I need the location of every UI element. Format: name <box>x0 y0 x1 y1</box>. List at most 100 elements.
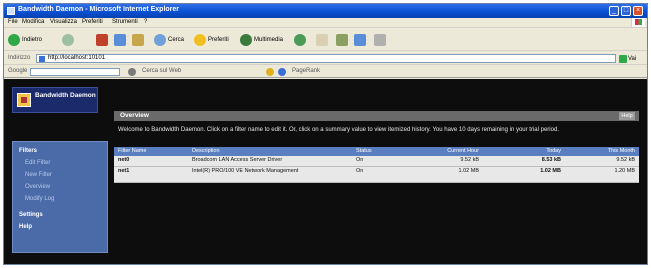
home-icon <box>132 34 144 46</box>
current-hour-value[interactable]: 1.02 MB <box>419 168 479 174</box>
today-value[interactable]: 1.02 MB <box>501 168 561 174</box>
current-hour-value[interactable]: 9.52 kB <box>419 157 479 163</box>
menu-file[interactable]: File <box>8 19 18 25</box>
menu-favorites[interactable]: Preferiti <box>82 19 103 25</box>
refresh-icon <box>114 34 126 46</box>
sidebar-item-edit-filter[interactable]: Edit Filter <box>25 160 50 166</box>
filter-description: Intel(R) PRO/100 VE Network Management <box>192 168 299 174</box>
favorites-button[interactable]: Preferiti <box>194 33 229 47</box>
sidebar-item-modify-log[interactable]: Modify Log <box>25 196 54 202</box>
go-label: Vai <box>628 55 637 62</box>
column-header[interactable]: Today <box>501 148 561 154</box>
help-button[interactable]: Help <box>619 112 635 120</box>
menu-help[interactable]: ? <box>144 19 147 25</box>
messenger-button[interactable] <box>374 33 386 47</box>
back-button[interactable]: Indietro <box>8 33 42 47</box>
address-bar: Indirizzo http://localhost:10101 Vai <box>4 52 647 65</box>
close-button[interactable]: × <box>633 6 643 16</box>
print-button[interactable] <box>336 33 348 47</box>
history-icon <box>294 34 306 46</box>
this-month-value[interactable]: 1.20 MB <box>575 168 635 174</box>
edit-icon <box>354 34 366 46</box>
google-search-button[interactable]: Cerca sul Web <box>142 68 181 74</box>
menu-edit[interactable]: Modifica <box>22 19 44 25</box>
browser-window: Bandwidth Daemon - Microsoft Internet Ex… <box>3 3 648 265</box>
address-label: Indirizzo <box>8 55 31 61</box>
column-header[interactable]: Current Hour <box>419 148 479 154</box>
google-toolbar: Google Cerca sul Web PageRank <box>4 66 647 78</box>
search-icon <box>154 34 166 46</box>
favorites-label: Preferiti <box>208 37 229 43</box>
menu-tools[interactable]: Strumenti <box>112 19 138 25</box>
go-arrow-icon <box>619 54 627 63</box>
back-label: Indietro <box>22 37 43 43</box>
column-header[interactable]: Status <box>356 148 372 154</box>
search-label: Cerca <box>168 37 185 43</box>
table-row: net0 Broadcom LAN Access Server Driver O… <box>114 156 639 167</box>
logo-icon <box>17 93 31 107</box>
minimize-button[interactable]: _ <box>609 6 619 16</box>
stop-icon <box>96 34 108 46</box>
back-arrow-icon <box>8 34 20 46</box>
filter-name-link[interactable]: net0 <box>118 157 129 163</box>
app-name: Bandwidth Daemon <box>35 92 96 99</box>
mail-button[interactable] <box>316 33 328 47</box>
filter-status: On <box>356 157 364 163</box>
table-header: Filter Name Description Status Current H… <box>114 147 639 156</box>
mail-icon <box>316 34 328 46</box>
sidebar: Filters Edit Filter New Filter Overview … <box>12 141 108 253</box>
window-title: Bandwidth Daemon - Microsoft Internet Ex… <box>18 6 180 13</box>
messenger-icon <box>374 34 386 46</box>
star-icon <box>194 34 206 46</box>
sidebar-item-filters[interactable]: Filters <box>19 148 37 154</box>
maximize-button[interactable]: □ <box>621 6 631 16</box>
browser-icon <box>7 7 15 15</box>
forward-button[interactable] <box>62 33 74 47</box>
menu-view[interactable]: Visualizza <box>50 19 77 25</box>
app-logo: Bandwidth Daemon <box>12 87 98 113</box>
menu-bar: File Modifica Visualizza Preferiti Strum… <box>4 18 647 28</box>
address-input[interactable]: http://localhost:10101 <box>36 54 616 63</box>
sidebar-item-settings[interactable]: Settings <box>19 212 43 218</box>
section-title: Overview <box>120 112 149 119</box>
google-label: Google <box>8 68 28 74</box>
search-button[interactable]: Cerca <box>154 33 184 47</box>
info-icon[interactable] <box>278 68 286 76</box>
sidebar-item-overview[interactable]: Overview <box>25 184 50 190</box>
today-value[interactable]: 8.53 kB <box>501 157 561 163</box>
go-button[interactable]: Vai <box>619 54 643 63</box>
intro-text: Welcome to Bandwidth Daemon. Click on a … <box>118 127 559 133</box>
forward-arrow-icon <box>62 34 74 46</box>
page-icon <box>39 56 45 62</box>
column-header[interactable]: Description <box>192 148 220 154</box>
refresh-button[interactable] <box>114 33 126 47</box>
google-search-input[interactable] <box>30 68 120 76</box>
pagerank-label: PageRank <box>292 68 321 74</box>
print-icon <box>336 34 348 46</box>
sidebar-item-new-filter[interactable]: New Filter <box>25 172 52 178</box>
page-content: Bandwidth Daemon Filters Edit Filter New… <box>4 79 647 264</box>
edit-button[interactable] <box>354 33 366 47</box>
filter-status: On <box>356 168 364 174</box>
column-header[interactable]: This Month <box>575 148 635 154</box>
sidebar-item-help[interactable]: Help <box>19 224 32 230</box>
address-url: http://localhost:10101 <box>48 55 106 61</box>
media-icon <box>240 34 252 46</box>
home-button[interactable] <box>132 33 144 47</box>
title-bar: Bandwidth Daemon - Microsoft Internet Ex… <box>4 4 647 18</box>
media-label: Multimedia <box>254 37 284 43</box>
section-header: Overview Help <box>114 111 639 121</box>
stop-button[interactable] <box>96 33 108 47</box>
main-panel: Overview Help Welcome to Bandwidth Daemo… <box>114 111 639 261</box>
filter-name-link[interactable]: net1 <box>118 168 129 174</box>
toolbar: Indietro Cerca Preferiti Multimedia <box>4 29 647 51</box>
column-header[interactable]: Filter Name <box>118 148 146 154</box>
media-button[interactable]: Multimedia <box>240 33 283 47</box>
smiley-icon <box>266 68 274 76</box>
filter-description: Broadcom LAN Access Server Driver <box>192 157 283 163</box>
history-button[interactable] <box>294 33 306 47</box>
this-month-value[interactable]: 9.52 kB <box>575 157 635 163</box>
table-row: net1 Intel(R) PRO/100 VE Network Managem… <box>114 167 639 183</box>
windows-logo-icon <box>631 18 645 27</box>
dropdown-icon[interactable] <box>128 68 136 76</box>
